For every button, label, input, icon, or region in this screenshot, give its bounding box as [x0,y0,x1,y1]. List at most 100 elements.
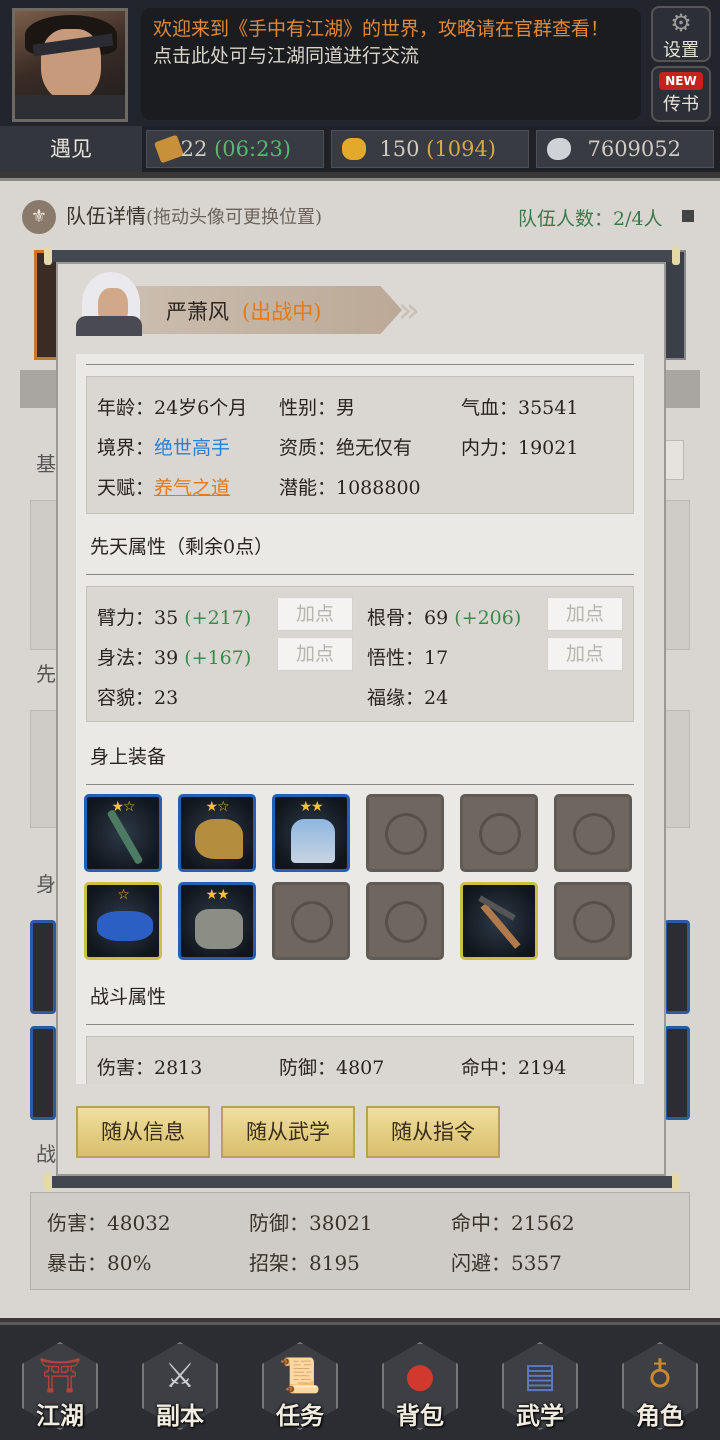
stamina-icon [153,134,185,164]
equip-slot-beads-empty[interactable] [272,882,350,960]
armor-icon [291,819,335,863]
nav-jianghu[interactable]: ⛩ 江湖 [22,1342,98,1432]
nav-character[interactable]: ♁ 角色 [622,1342,698,1432]
stamina-timer: (06:23) [214,137,291,161]
equip-slot-belt[interactable]: ☆ [84,882,162,960]
equip-slot-armor[interactable]: ★★ [272,794,350,872]
bone-value: 根骨：69 [367,607,449,629]
bg-label-xian: 先 [36,662,56,686]
info-mp: 内力：19021 [461,437,579,459]
team-title: 队伍详情(拖动头像可更换位置) [66,200,322,229]
gold-value: 150 [379,137,420,161]
nav-bag[interactable]: ● 背包 [382,1342,458,1432]
scroll-icon: 📜 [278,1356,322,1396]
equip-slot-pickaxe[interactable] [460,882,538,960]
equip-stars: ☆ [117,887,130,903]
mail-button[interactable]: NEW 传书 [651,66,711,122]
nav-character-label: 角色 [636,1401,684,1430]
stamina-value: 22 [180,137,208,161]
stat-damage: 伤害：48032 [47,1211,171,1235]
realm-label: 境界： [97,437,155,459]
companion-skills-button[interactable]: 随从武学 [221,1106,355,1158]
attr-looks: 容貌：23 [97,687,179,709]
attr-insight: 悟性：17 [367,647,449,669]
team-member-slot-4[interactable] [664,250,686,360]
gold-ingot-icon [342,138,366,160]
innate-title: 先天属性（剩余0点） [90,536,274,558]
companion-command-button[interactable]: 随从指令 [366,1106,500,1158]
announcement-panel[interactable]: 欢迎来到《手中有江湖》的世界，攻略请在官群查看！ 点击此处可与江湖同道进行交流 [141,8,641,120]
pendant-placeholder-icon [573,813,615,855]
bg-label-zhan: 战 [36,1142,56,1166]
new-badge: NEW [659,72,703,90]
info-age: 年龄：24岁6个月 [97,397,248,419]
equip-stars: ★★ [299,799,323,815]
companion-name: 严萧风 [166,300,229,324]
divider [86,784,634,785]
team-icon: ⚜ [22,200,56,234]
equip-slot-gloves[interactable]: ★★ [178,882,256,960]
bg-label-shen: 身 [36,872,56,896]
add-agility-button[interactable]: 加点 [277,637,353,671]
modal-scroll-content[interactable]: 年龄：24岁6个月 性别：男 气血：35541 境界：绝世高手 资质：绝无仅有 … [76,354,644,1084]
attr-agility: 身法：39 (+167) [97,643,251,670]
bg-equip-slot [30,1026,56,1120]
add-bone-button[interactable]: 加点 [547,597,623,631]
nav-bag-label: 背包 [396,1401,444,1430]
stat-dodge: 闪避：5357 [451,1251,562,1275]
equip-slot-boots-empty[interactable] [460,794,538,872]
player-avatar[interactable] [12,8,128,122]
gold-extra: (1094) [426,137,496,161]
mail-label: 传书 [663,94,699,115]
pouch-icon: ● [405,1356,435,1396]
info-aptitude: 资质：绝无仅有 [279,437,413,459]
equip-slot-mount-empty[interactable] [554,882,632,960]
combat-attrs-box: 伤害：2813 防御：4807 命中：2194 [86,1036,634,1084]
gourd-icon: ♁ [647,1356,673,1396]
info-realm: 境界：绝世高手 [97,433,230,460]
equip-slot-ring-empty[interactable] [366,882,444,960]
attr-strength: 臂力：35 (+217) [97,603,251,630]
bottom-nav [0,1322,720,1440]
announcement-line-2: 点击此处可与江湖同道进行交流 [153,45,420,67]
realm-value: 绝世高手 [154,437,231,459]
combat-title: 战斗属性 [90,986,167,1008]
equip-slot-weapon[interactable]: ★☆ [84,794,162,872]
equip-stars: ★☆ [111,799,135,815]
chevron-right-icon: » [398,290,421,331]
talent-label: 天赋： [97,477,155,499]
boots-placeholder-icon [479,813,521,855]
nav-jianghu-label: 江湖 [36,1401,84,1430]
divider [86,1024,634,1025]
divider [86,574,634,575]
nav-dungeon-label: 副本 [156,1401,204,1430]
belt-icon [97,911,153,941]
nav-quest[interactable]: 📜 任务 [262,1342,338,1432]
settings-button[interactable]: ⚙ 设置 [651,6,711,62]
add-strength-button[interactable]: 加点 [277,597,353,631]
meet-tab[interactable]: 遇见 [0,126,142,172]
bg-equip-slot [664,920,690,1014]
equip-slot-pendant-empty[interactable] [554,794,632,872]
horse-placeholder-icon [573,901,615,943]
team-hint: (拖动头像可更换位置) [146,207,323,228]
info-talent: 天赋：养气之道 [97,473,230,500]
info-hp: 气血：35541 [461,397,579,419]
nav-dungeon[interactable]: ⚔ 副本 [142,1342,218,1432]
attr-luck: 福缘：24 [367,687,449,709]
team-menu-marker[interactable] [682,210,694,222]
team-title-text: 队伍详情 [66,204,146,228]
announcement-line-1: 欢迎来到《手中有江湖》的世界，攻略请在官群查看！ [153,18,610,40]
equip-slot-scarf[interactable]: ★☆ [178,794,256,872]
equip-slot-cloak-empty[interactable] [366,794,444,872]
nav-martial[interactable]: ▤ 武学 [502,1342,578,1432]
stat-hit: 命中：21562 [451,1211,575,1235]
stat-crit: 暴击：80% [47,1251,152,1275]
equip-stars: ★☆ [205,799,229,815]
ring-placeholder-icon [385,901,427,943]
beads-placeholder-icon [291,901,333,943]
basic-info-box: 年龄：24岁6个月 性别：男 气血：35541 境界：绝世高手 资质：绝无仅有 … [86,376,634,514]
talent-link[interactable]: 养气之道 [154,477,230,499]
add-insight-button[interactable]: 加点 [547,637,623,671]
companion-info-button[interactable]: 随从信息 [76,1106,210,1158]
